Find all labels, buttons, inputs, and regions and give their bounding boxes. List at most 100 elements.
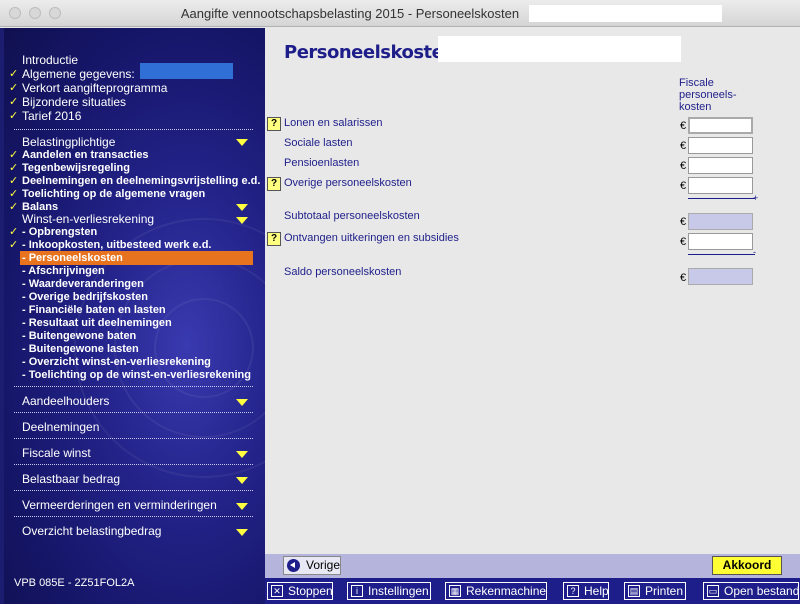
check-icon: ✓ (9, 239, 19, 251)
sidebar-item-deelnemingen-vrijstelling[interactable]: Deelnemingen en deelnemingsvrijstelling … (22, 174, 260, 188)
sum-line (688, 198, 755, 199)
help-button[interactable]: ? (267, 232, 281, 246)
version-label: VPB 085E - 2Z51FOL2A (14, 577, 135, 589)
field-label: Sociale lasten (284, 137, 353, 149)
sidebar-group-overzicht-belastingbedrag[interactable]: Overzicht belastingbedrag (22, 524, 161, 538)
sidebar-item-personeelskosten[interactable]: - Personeelskosten (22, 251, 123, 265)
open-file-button[interactable]: ▭ Open bestand (703, 582, 799, 600)
pensioenlasten-input[interactable] (688, 157, 753, 174)
subtotaal-output (688, 213, 753, 230)
overige-personeelskosten-input[interactable] (688, 177, 753, 194)
chevron-down-icon[interactable] (236, 451, 248, 458)
check-icon: ✓ (9, 68, 19, 80)
stop-button[interactable]: ✕ Stoppen (267, 582, 333, 600)
euro-sign: € (680, 120, 687, 132)
field-label: Pensioenlasten (284, 157, 360, 169)
close-icon: ✕ (271, 585, 283, 597)
printer-icon: ▤ (628, 585, 640, 597)
chevron-down-icon[interactable] (236, 139, 248, 146)
help-toolbar-button[interactable]: ? Help (563, 582, 609, 600)
help-button[interactable]: ? (267, 117, 281, 131)
sidebar-item-belastingplichtige[interactable]: Belastingplichtige (22, 135, 115, 149)
divider (14, 386, 253, 387)
sidebar-item-tegenbewijsregeling[interactable]: Tegenbewijsregeling (22, 161, 130, 175)
saldo-output (688, 268, 753, 285)
title-redaction-box (438, 36, 681, 62)
sidebar-group-vermeerderingen[interactable]: Vermeerderingen en verminderingen (22, 498, 217, 512)
arrow-left-icon (287, 559, 300, 572)
sociale-lasten-input[interactable] (688, 137, 753, 154)
field-label: Lonen en salarissen (284, 117, 383, 129)
sidebar-item-inkoopkosten[interactable]: - Inkoopkosten, uitbesteed werk e.d. (22, 238, 211, 252)
help-button[interactable]: ? (267, 177, 281, 191)
print-button[interactable]: ▤ Printen (624, 582, 686, 600)
sidebar-item-overige-bedrijfskosten[interactable]: - Overige bedrijfskosten (22, 290, 148, 304)
ontvangen-uitkeringen-input[interactable] (688, 233, 753, 250)
sidebar-item-financiele-baten[interactable]: - Financiële baten en lasten (22, 303, 166, 317)
sidebar-item-resultaat-deelnemingen[interactable]: - Resultaat uit deelnemingen (22, 316, 172, 330)
divider (14, 516, 253, 517)
chevron-down-icon[interactable] (236, 217, 248, 224)
field-label: Overige personeelskosten (284, 177, 412, 189)
minus-sign: - (753, 247, 756, 257)
sidebar-item-bijzondere-situaties[interactable]: Bijzondere situaties (22, 95, 126, 109)
title-redaction-box (529, 5, 722, 22)
divider (14, 412, 253, 413)
check-icon: ✓ (9, 162, 19, 174)
sidebar-item-opbrengsten[interactable]: - Opbrengsten (22, 225, 97, 239)
chevron-down-icon[interactable] (236, 503, 248, 510)
sidebar-group-aandeelhouders[interactable]: Aandeelhouders (22, 394, 109, 408)
info-icon: i (351, 585, 363, 597)
sidebar-group-belastbaar-bedrag[interactable]: Belastbaar bedrag (22, 472, 120, 486)
chevron-down-icon[interactable] (236, 477, 248, 484)
main-panel: Personeelskosten Fiscale personeels-kost… (265, 28, 800, 554)
sidebar-item-waardeveranderingen[interactable]: - Waardeveranderingen (22, 277, 144, 291)
euro-sign: € (680, 216, 687, 228)
sidebar-item-buitengewone-baten[interactable]: - Buitengewone baten (22, 329, 136, 343)
check-icon: ✓ (9, 188, 19, 200)
chevron-down-icon[interactable] (236, 204, 248, 211)
sidebar-item-toelichting-algemene-vragen[interactable]: Toelichting op de algemene vragen (22, 187, 205, 201)
calculator-button[interactable]: ▦ Rekenmachine (445, 582, 547, 600)
euro-sign: € (680, 180, 687, 192)
akkoord-button[interactable]: Akkoord (712, 556, 782, 575)
divider (14, 490, 253, 491)
sidebar-group-fiscale-winst[interactable]: Fiscale winst (22, 446, 91, 460)
check-icon: ✓ (9, 149, 19, 161)
previous-button[interactable]: Vorige (283, 556, 341, 575)
sidebar-item-overzicht-wv[interactable]: - Overzicht winst-en-verliesrekening (22, 355, 211, 369)
sidebar-item-toelichting-wv[interactable]: - Toelichting op de winst-en-verliesreke… (22, 368, 251, 382)
sidebar-group-deelnemingen[interactable]: Deelnemingen (22, 420, 99, 434)
chevron-down-icon[interactable] (236, 529, 248, 536)
check-icon: ✓ (9, 226, 19, 238)
divider (14, 438, 253, 439)
sidebar-item-verkort-aangifteprogramma[interactable]: Verkort aangifteprogramma (22, 81, 167, 95)
check-icon: ✓ (9, 82, 19, 94)
check-icon: ✓ (9, 96, 19, 108)
window-titlebar: Aangifte vennootschapsbelasting 2015 - P… (0, 0, 800, 27)
check-icon: ✓ (9, 201, 19, 213)
sidebar-item-afschrijvingen[interactable]: - Afschrijvingen (22, 264, 105, 278)
euro-sign: € (680, 236, 687, 248)
settings-button[interactable]: i Instellingen (347, 582, 431, 600)
check-icon: ✓ (9, 110, 19, 122)
sidebar-item-winst-en-verliesrekening[interactable]: Winst-en-verliesrekening (22, 212, 154, 226)
sidebar: Introductie ✓ Algemene gegevens: ✓ Verko… (0, 28, 265, 604)
chevron-down-icon[interactable] (236, 399, 248, 406)
sidebar-item-algemene-gegevens[interactable]: Algemene gegevens: (22, 67, 135, 81)
sidebar-item-aandelen-en-transacties[interactable]: Aandelen en transacties (22, 148, 149, 162)
euro-sign: € (680, 272, 687, 284)
folder-icon: ▭ (707, 585, 719, 597)
lonen-salarissen-input[interactable] (688, 117, 753, 134)
sidebar-item-introductie[interactable]: Introductie (22, 53, 78, 67)
bottom-nav-bar: Vorige Akkoord (265, 554, 800, 578)
bottom-toolbar: ✕ Stoppen i Instellingen ▦ Rekenmachine ? He… (265, 578, 800, 604)
sidebar-item-buitengewone-lasten[interactable]: - Buitengewone lasten (22, 342, 139, 356)
question-icon: ? (567, 585, 579, 597)
field-label: Saldo personeelskosten (284, 266, 402, 278)
euro-sign: € (680, 160, 687, 172)
divider (14, 464, 253, 465)
sidebar-item-tarief-2016[interactable]: Tarief 2016 (22, 109, 81, 123)
calculator-icon: ▦ (449, 585, 461, 597)
sum-line (688, 254, 755, 255)
